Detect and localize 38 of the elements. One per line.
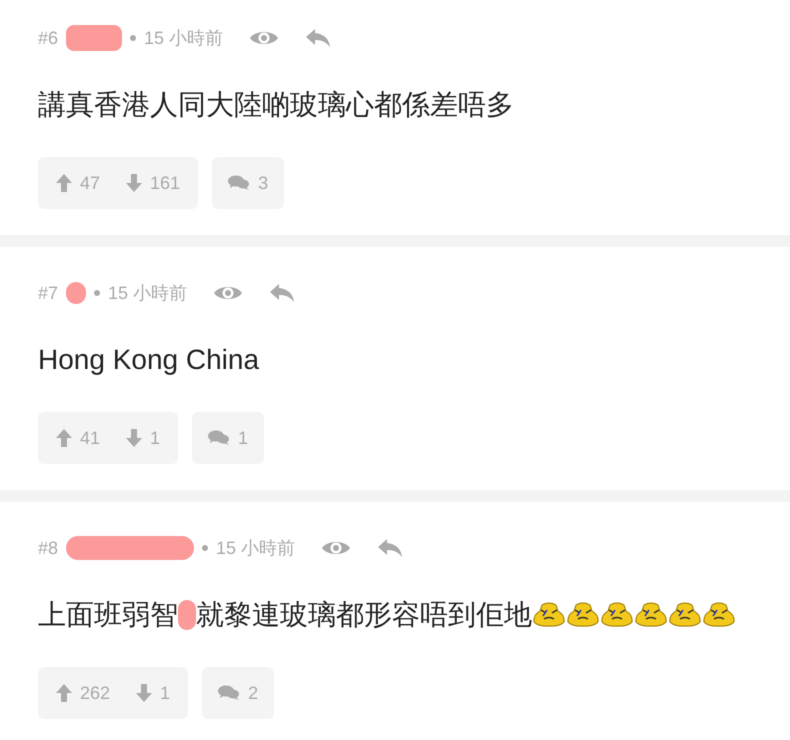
emoticon-icon bbox=[702, 602, 736, 628]
emoticon-icon bbox=[668, 602, 702, 628]
emoticon-icon bbox=[532, 602, 566, 628]
emoticon-icon bbox=[600, 602, 634, 628]
replies-button[interactable]: 3 bbox=[212, 157, 284, 209]
comment-icon bbox=[208, 430, 230, 446]
post-time: 15 小時前 bbox=[216, 536, 296, 560]
up-arrow-icon[interactable] bbox=[56, 429, 72, 447]
post-time: 15 小時前 bbox=[108, 282, 188, 304]
downvote-count: 161 bbox=[150, 172, 180, 194]
comment-icon bbox=[228, 175, 250, 191]
down-arrow-icon[interactable] bbox=[136, 684, 152, 702]
reply-icon[interactable] bbox=[269, 283, 296, 303]
post-number: #6 bbox=[38, 26, 58, 50]
reply-icon[interactable] bbox=[305, 28, 332, 48]
upvote-count: 262 bbox=[80, 682, 110, 704]
post-number: #8 bbox=[38, 536, 58, 560]
post-text: 就黎連玻璃都形容唔到佢地 bbox=[196, 598, 532, 632]
downvote-count: 1 bbox=[160, 682, 170, 704]
post-text: Hong Kong China bbox=[38, 343, 260, 377]
post-text: 上面班弱智 bbox=[38, 598, 178, 632]
post-number: #7 bbox=[38, 282, 58, 304]
upvote-count: 47 bbox=[80, 172, 100, 194]
up-arrow-icon[interactable] bbox=[56, 174, 72, 192]
post-text: 講真香港人同大陸啲玻璃心都係差唔多 bbox=[38, 88, 514, 122]
downvote-count: 1 bbox=[150, 426, 160, 450]
redaction-mark bbox=[178, 600, 196, 630]
comment-icon bbox=[218, 685, 240, 701]
down-arrow-icon[interactable] bbox=[126, 174, 142, 192]
replies-button[interactable]: 2 bbox=[202, 667, 274, 719]
emoticon-icon bbox=[634, 602, 668, 628]
post-time: 15 小時前 bbox=[144, 26, 224, 50]
emoticon-icon bbox=[566, 602, 600, 628]
upvote-count: 41 bbox=[80, 426, 100, 450]
reply-icon[interactable] bbox=[377, 538, 404, 558]
replies-button[interactable]: 1 bbox=[192, 412, 264, 464]
up-arrow-icon[interactable] bbox=[56, 684, 72, 702]
down-arrow-icon[interactable] bbox=[126, 429, 142, 447]
